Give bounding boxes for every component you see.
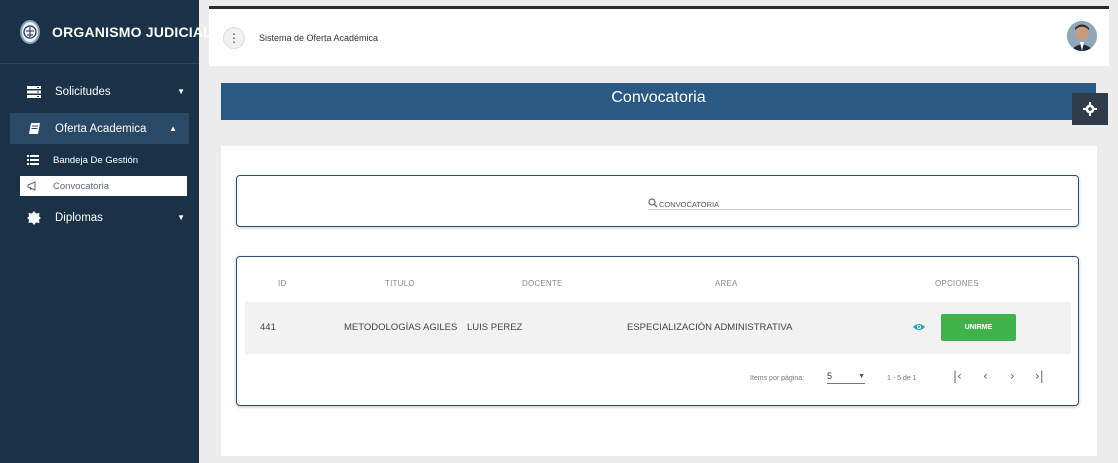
column-header-area: AREA (715, 279, 738, 288)
avatar[interactable] (1067, 21, 1097, 51)
sidebar-subitem-label: Bandeja De Gestión (53, 154, 139, 166)
first-page-icon[interactable]: |‹ (953, 369, 962, 383)
table-row[interactable]: 441 METODOLOGÍAS AGILES LUIS PEREZ ESPEC… (245, 302, 1071, 354)
next-page-icon[interactable]: › (1010, 369, 1015, 383)
page-size-value: 5 (827, 371, 833, 381)
previous-page-icon[interactable]: ‹ (983, 369, 988, 383)
server-icon (27, 85, 41, 99)
search-input[interactable] (659, 200, 1059, 209)
search-card (236, 175, 1079, 227)
column-header-docente: DOCENTE (522, 279, 563, 288)
more-vert-icon[interactable]: ⋮ (223, 26, 245, 49)
content-panel: ID TITULO DOCENTE AREA OPCIONES 441 METO… (221, 146, 1097, 456)
sidebar-item-label: Solicitudes (55, 85, 111, 98)
app-name: Sistema de Oferta Académica (259, 32, 379, 43)
search-field[interactable] (648, 196, 1072, 210)
sidebar-submenu: Bandeja De Gestión Convocatoria (0, 150, 199, 196)
page-range: 1 - 5 de 1 (887, 375, 917, 382)
column-header-id: ID (278, 279, 287, 288)
brand-name: ORGANISMO JUDICIAL (52, 23, 212, 40)
sidebar-item-diplomas[interactable]: Diplomas ▼ (0, 202, 199, 233)
cell-titulo: METODOLOGÍAS AGILES (344, 322, 458, 333)
megaphone-icon (27, 181, 39, 191)
brand[interactable]: ORGANISMO JUDICIAL (0, 0, 212, 64)
sidebar-nav: Solicitudes ▼ Oferta Academica ▲ Bandeja… (0, 76, 199, 233)
column-header-titulo: TITULO (385, 279, 415, 288)
sidebar-item-solicitudes[interactable]: Solicitudes ▼ (0, 76, 199, 107)
join-button[interactable]: UNIRME (941, 314, 1016, 341)
sidebar-subitem-convocatoria[interactable]: Convocatoria (20, 176, 187, 196)
sidebar-item-label: Diplomas (55, 211, 103, 224)
sidebar-item-label: Oferta Academica (55, 122, 147, 135)
caret-up-icon: ▲ (169, 124, 177, 133)
sidebar-subitem-bandeja[interactable]: Bandeja De Gestión (0, 150, 199, 170)
caret-down-icon: ▼ (177, 213, 185, 222)
list-icon (27, 155, 39, 165)
sidebar-item-oferta-academica[interactable]: Oferta Academica ▲ (10, 113, 189, 144)
search-icon (648, 198, 658, 208)
sidebar-subitem-label: Convocatoria (53, 180, 109, 192)
top-bar: ⋮ Sistema de Oferta Académica (209, 6, 1109, 66)
settings-gear-icon[interactable] (1072, 93, 1108, 125)
gear-badge-icon (27, 210, 41, 225)
caret-down-icon: ▼ (858, 373, 865, 380)
sidebar: ORGANISMO JUDICIAL Solicitudes ▼ Oferta … (0, 0, 212, 463)
page-size-select[interactable]: 5 ▼ (827, 371, 865, 384)
page-title: Convocatoria (221, 83, 1096, 120)
cell-area: ESPECIALIZACIÓN ADMINISTRATIVA (627, 322, 793, 333)
column-header-opciones: OPCIONES (935, 279, 979, 288)
results-table: ID TITULO DOCENTE AREA OPCIONES 441 METO… (236, 256, 1079, 406)
cell-docente: LUIS PEREZ (467, 322, 523, 333)
view-eye-icon[interactable] (913, 322, 925, 332)
caret-down-icon: ▼ (177, 87, 185, 96)
seal-logo-icon (20, 19, 40, 44)
book-icon (27, 122, 41, 136)
last-page-icon[interactable]: ›| (1035, 369, 1044, 383)
items-per-page-label: Items por página: (750, 375, 805, 382)
cell-id: 441 (260, 322, 276, 333)
